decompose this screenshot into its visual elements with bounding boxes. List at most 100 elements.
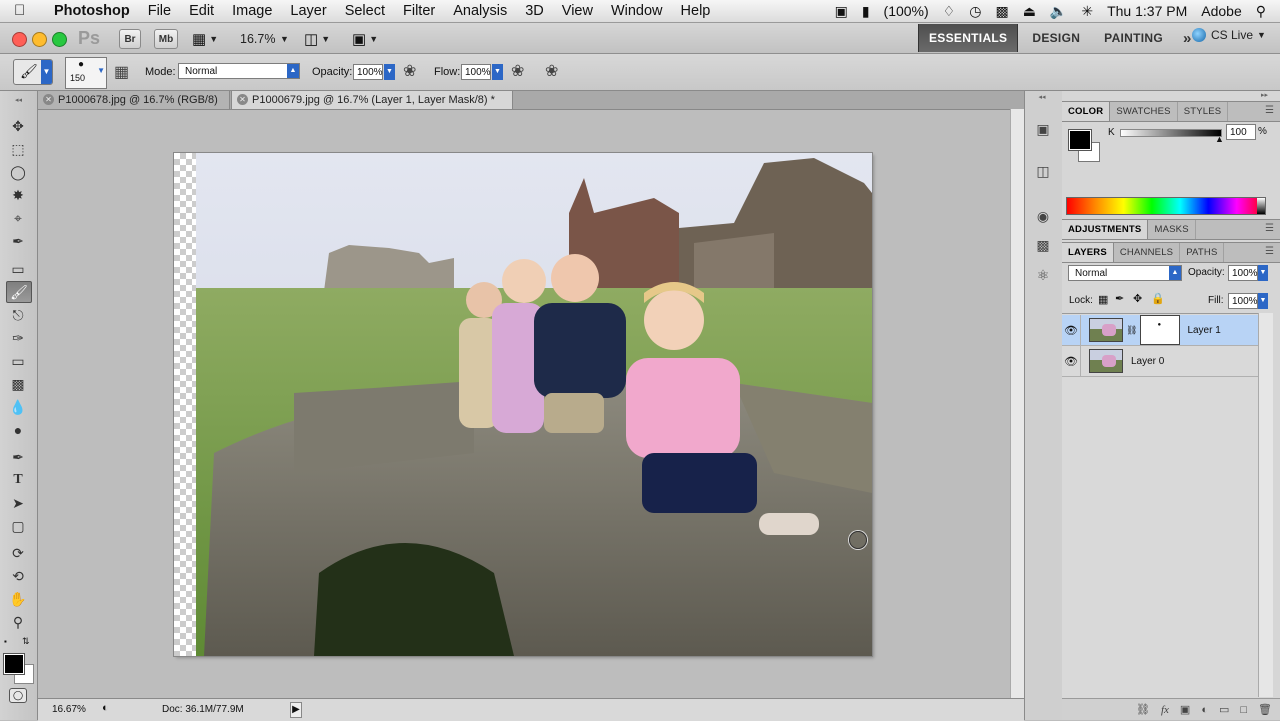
status-zoom[interactable]: 16.67%	[52, 704, 86, 715]
swap-colors-icon[interactable]: ⇅	[22, 636, 30, 647]
layer-opacity-dropdown-icon[interactable]: ▼	[1258, 265, 1268, 281]
new-layer-icon[interactable]: □	[1240, 704, 1247, 716]
foreground-color-swatch[interactable]	[3, 653, 25, 675]
flow-input[interactable]: 100%	[461, 64, 491, 80]
airbrush-icon[interactable]: ❀	[511, 61, 524, 81]
workspace-painting[interactable]: PAINTING	[1094, 24, 1173, 52]
zoom-dropdown-icon[interactable]: ▼	[280, 34, 289, 44]
bluetooth-icon[interactable]: ✳	[1081, 3, 1093, 20]
menu-analysis[interactable]: Analysis	[453, 3, 507, 19]
lock-image-icon[interactable]: ✒	[1115, 292, 1124, 305]
tab-paths[interactable]: PATHS	[1180, 243, 1225, 262]
wifi-icon[interactable]: ♢	[943, 3, 956, 20]
zoom-level[interactable]: 16.7%	[240, 32, 275, 46]
history-brush-tool-icon[interactable]: ✑	[6, 328, 30, 348]
lock-transparent-icon[interactable]: ▦	[1098, 293, 1108, 306]
pen-tool-icon[interactable]: ✒	[6, 447, 30, 467]
menu-3d[interactable]: 3D	[525, 3, 544, 19]
lock-all-icon[interactable]: 🔒	[1151, 292, 1165, 305]
info-icon[interactable]: ⚛	[1032, 264, 1054, 286]
type-tool-icon[interactable]: T	[6, 470, 30, 490]
collapse-tools-icon[interactable]: ◂◂	[1, 96, 36, 104]
flow-dropdown-icon[interactable]: ▼	[492, 64, 503, 80]
display-icon[interactable]: ▩	[995, 3, 1008, 20]
status-menu-arrow-icon[interactable]: ▶	[290, 702, 302, 718]
collapse-dock-icon[interactable]: ▸▸	[1062, 91, 1280, 101]
layer-mask-thumbnail[interactable]: ●	[1140, 315, 1181, 345]
pressure-opacity-icon[interactable]: ❀	[403, 61, 416, 81]
opacity-dropdown-icon[interactable]: ▼	[384, 64, 395, 80]
layer-row-layer-0[interactable]: 👁 Layer 0	[1062, 346, 1258, 377]
brush-preset-picker[interactable]: ● 150 ▼	[65, 57, 107, 89]
healing-brush-tool-icon[interactable]: ▭	[6, 259, 30, 279]
menu-edit[interactable]: Edit	[189, 3, 214, 19]
path-selection-tool-icon[interactable]: ➤	[6, 493, 30, 513]
tab-masks[interactable]: MASKS	[1148, 220, 1196, 239]
quick-selection-tool-icon[interactable]: ✸	[6, 185, 30, 205]
delete-layer-icon[interactable]: 🗑	[1258, 703, 1272, 716]
menu-window[interactable]: Window	[611, 3, 663, 19]
launch-mini-bridge-button[interactable]: Mb	[154, 29, 178, 49]
layer-name[interactable]: Layer 0	[1131, 356, 1164, 367]
spotlight-icon[interactable]: ⚲	[1256, 3, 1266, 20]
volume-icon[interactable]: 🔈	[1050, 3, 1067, 20]
time-machine-icon[interactable]: ◷	[969, 3, 981, 20]
fill-input[interactable]: 100%	[1228, 293, 1258, 309]
lock-position-icon[interactable]: ✥	[1133, 292, 1142, 305]
tab-swatches[interactable]: SWATCHES	[1110, 102, 1178, 121]
brush-presets-icon[interactable]: ◉	[1032, 205, 1054, 227]
arrange-documents-menu[interactable]: ◫ ▼	[304, 30, 330, 48]
image-canvas[interactable]	[174, 153, 872, 656]
menu-photoshop[interactable]: Photoshop	[54, 3, 130, 19]
3d-rotate-tool-icon[interactable]: ⟳	[6, 543, 30, 563]
visibility-eye-icon[interactable]: 👁	[1062, 346, 1081, 376]
battery-icon[interactable]: ▮	[862, 3, 870, 20]
history-icon[interactable]: ◫	[1032, 160, 1054, 182]
eyedropper-tool-icon[interactable]: ✒	[6, 231, 30, 251]
blend-mode-select[interactable]: Normal ▲	[1068, 265, 1182, 281]
default-colors-icon[interactable]: ▪	[4, 637, 7, 646]
layer-name[interactable]: Layer 1	[1187, 325, 1220, 336]
eject-icon[interactable]: ⏏	[1023, 3, 1036, 20]
hand-tool-icon[interactable]: ✋	[6, 589, 30, 609]
blur-tool-icon[interactable]: 💧	[6, 397, 30, 417]
cs-live-menu[interactable]: CS Live ▼	[1192, 28, 1266, 42]
color-spectrum-ramp[interactable]	[1066, 197, 1266, 215]
3d-orbit-tool-icon[interactable]: ⟲	[6, 566, 30, 586]
clone-source-icon[interactable]: ▩	[1032, 234, 1054, 256]
layers-scrollbar[interactable]	[1258, 313, 1273, 697]
tool-preset-picker[interactable]: 🖌 ▼	[13, 59, 53, 85]
workspace-essentials[interactable]: ESSENTIALS	[918, 24, 1019, 52]
workspace-design[interactable]: DESIGN	[1022, 24, 1090, 52]
visibility-eye-icon[interactable]: 👁	[1062, 315, 1081, 345]
new-adjustment-icon[interactable]: ◐	[1201, 704, 1208, 716]
lasso-tool-icon[interactable]: ◯	[6, 162, 30, 182]
brush-tool-icon[interactable]: 🖌	[6, 281, 32, 303]
move-tool-icon[interactable]: ✥	[6, 116, 30, 136]
opacity-input[interactable]: 100%	[353, 64, 383, 80]
slider-handle-icon[interactable]: ▲	[1215, 134, 1224, 144]
link-layers-icon[interactable]: ⛓	[1136, 703, 1150, 716]
screen-mode-menu[interactable]: ▣ ▼	[352, 30, 378, 48]
mini-bridge-icon[interactable]: ▣	[1032, 118, 1054, 140]
zoom-window-button[interactable]	[52, 32, 67, 47]
minimize-window-button[interactable]	[32, 32, 47, 47]
close-window-button[interactable]	[12, 32, 27, 47]
tab-adjustments[interactable]: ADJUSTMENTS	[1062, 220, 1149, 239]
tab-p1000679[interactable]: ✕ P1000679.jpg @ 16.7% (Layer 1, Layer M…	[231, 91, 513, 109]
brush-panel-toggle-icon[interactable]: ▦	[114, 62, 129, 82]
user-menu[interactable]: Adobe	[1201, 3, 1241, 19]
panel-menu-icon[interactable]: ☰	[1265, 246, 1274, 257]
view-extras-menu[interactable]: ▦ ▼	[192, 30, 218, 48]
fill-dropdown-icon[interactable]: ▼	[1258, 293, 1268, 309]
rectangle-tool-icon[interactable]: ▢	[6, 516, 30, 536]
new-group-icon[interactable]: ▭	[1219, 703, 1229, 716]
panel-menu-icon[interactable]: ☰	[1265, 105, 1274, 116]
layer-row-layer-1[interactable]: 👁 ⛓ ● Layer 1	[1062, 315, 1258, 346]
vertical-scrollbar[interactable]	[1010, 109, 1025, 698]
tab-color[interactable]: COLOR	[1062, 102, 1111, 121]
add-mask-icon[interactable]: ▣	[1180, 703, 1190, 716]
launch-bridge-button[interactable]: Br	[119, 29, 141, 49]
menu-help[interactable]: Help	[681, 3, 711, 19]
zoom-tool-icon[interactable]: ⚲	[6, 612, 30, 632]
